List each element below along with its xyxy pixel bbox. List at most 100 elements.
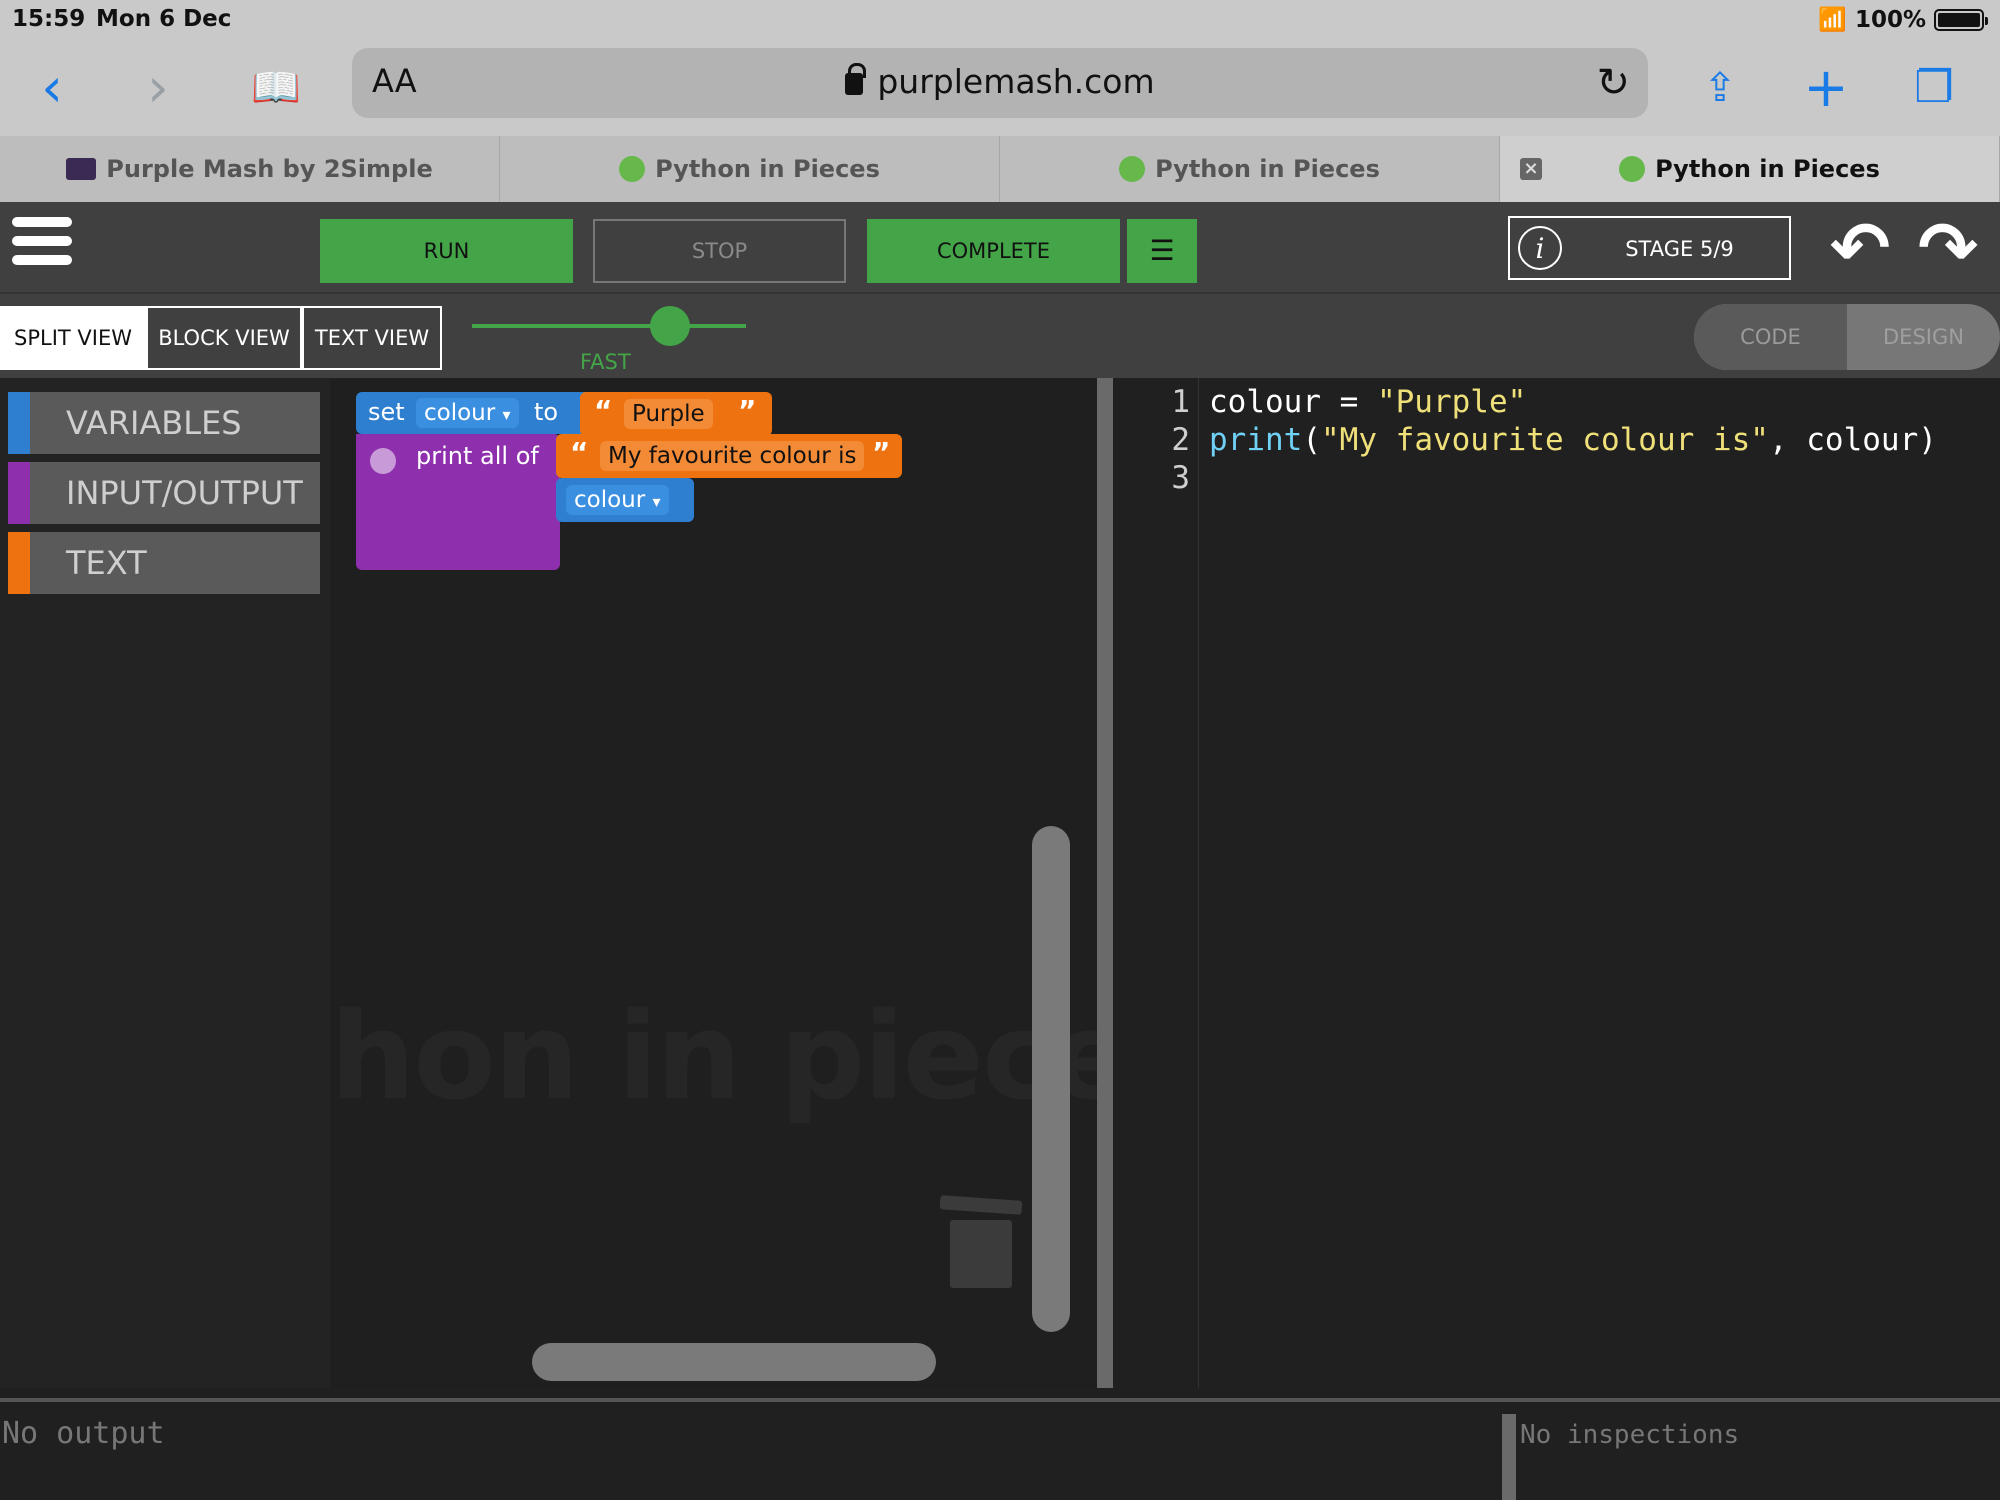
category-color bbox=[8, 532, 30, 594]
string-block-favourite[interactable]: “ My favourite colour is ” bbox=[556, 434, 902, 478]
variable-name: colour bbox=[424, 400, 496, 426]
speed-slider-knob[interactable] bbox=[650, 306, 690, 346]
tab-label: Purple Mash by 2Simple bbox=[106, 155, 433, 183]
speed-label: FAST bbox=[580, 350, 631, 374]
category-color bbox=[8, 462, 30, 524]
code-line-1[interactable]: colour = "Purple" bbox=[1209, 384, 1526, 420]
toolbox-variables[interactable]: VARIABLES bbox=[8, 392, 320, 454]
python-pieces-icon bbox=[619, 156, 646, 182]
output-text: No output bbox=[2, 1416, 165, 1451]
string-value[interactable]: My favourite colour is bbox=[600, 441, 865, 471]
stage-indicator[interactable]: i STAGE 5/9 bbox=[1508, 216, 1791, 280]
block-editor: VARIABLES INPUT/OUTPUT TEXT hon in piece… bbox=[0, 378, 1110, 1388]
print-label: print all of bbox=[416, 442, 539, 470]
stage-label: STAGE 5/9 bbox=[1625, 237, 1734, 261]
line-gutter: 1 2 3 bbox=[1113, 378, 1199, 1388]
speed-slider-track[interactable] bbox=[472, 324, 746, 328]
stop-button[interactable]: STOP bbox=[593, 219, 846, 283]
split-divider[interactable] bbox=[1097, 378, 1113, 1388]
line-number: 2 bbox=[1171, 422, 1190, 458]
address-url[interactable]: purplemash.com bbox=[352, 62, 1648, 101]
text-view-button[interactable]: TEXT VIEW bbox=[302, 306, 442, 370]
battery-percent: 100% bbox=[1854, 6, 1926, 33]
tab-purple-mash[interactable]: Purple Mash by 2Simple bbox=[0, 136, 500, 202]
code-tab[interactable]: CODE bbox=[1694, 304, 1847, 370]
variable-dropdown[interactable]: colour ▾ bbox=[566, 485, 669, 515]
category-label: VARIABLES bbox=[66, 404, 242, 442]
status-bar: 15:59 Mon 6 Dec 📶 100% bbox=[0, 0, 2000, 40]
undo-icon[interactable]: ↶ bbox=[1822, 210, 1898, 286]
line-number: 3 bbox=[1171, 460, 1190, 496]
block-toolbox: VARIABLES INPUT/OUTPUT TEXT bbox=[0, 378, 330, 1388]
complete-button[interactable]: COMPLETE bbox=[867, 219, 1120, 283]
tab-python-pieces-active[interactable]: × Python in Pieces bbox=[1500, 136, 2000, 202]
menu-icon[interactable] bbox=[12, 217, 72, 277]
category-color bbox=[8, 392, 30, 454]
code-identifier: colour bbox=[1209, 384, 1321, 420]
code-string: "Purple" bbox=[1376, 384, 1527, 420]
redo-icon[interactable]: ↷ bbox=[1910, 210, 1986, 286]
python-pieces-icon bbox=[1119, 156, 1146, 182]
trash-icon[interactable] bbox=[939, 1195, 1023, 1288]
code-function: print bbox=[1209, 422, 1303, 458]
tab-label: Python in Pieces bbox=[1155, 155, 1380, 183]
tab-label: Python in Pieces bbox=[1655, 155, 1880, 183]
back-icon[interactable]: ‹ bbox=[22, 58, 82, 118]
category-label: INPUT/OUTPUT bbox=[66, 474, 303, 512]
status-time: 15:59 bbox=[12, 6, 86, 32]
block-workspace[interactable]: hon in pieces set colour ▾ to “ Purple ”… bbox=[330, 378, 1110, 1388]
open-quote-icon: “ bbox=[594, 394, 613, 427]
code-paren: ( bbox=[1302, 422, 1321, 458]
browser-toolbar: ‹ › 📖 AA purplemash.com ↻ ⇪ + ❐ bbox=[0, 40, 2000, 136]
info-icon[interactable]: i bbox=[1518, 226, 1562, 270]
bookmarks-icon[interactable]: 📖 bbox=[246, 58, 306, 118]
python-in-pieces-watermark: hon in pieces bbox=[330, 988, 1110, 1127]
print-block[interactable]: print all of bbox=[356, 434, 560, 570]
reload-icon[interactable]: ↻ bbox=[1596, 60, 1630, 106]
forward-icon[interactable]: › bbox=[128, 58, 188, 118]
address-bar[interactable]: AA purplemash.com ↻ bbox=[352, 48, 1648, 118]
gear-icon[interactable] bbox=[370, 448, 396, 474]
view-bar: SPLIT VIEW BLOCK VIEW TEXT VIEW FAST COD… bbox=[0, 292, 2000, 378]
tabs-overview-icon[interactable]: ❐ bbox=[1904, 58, 1964, 118]
code-args: , colour) bbox=[1768, 422, 1937, 458]
code-line-2[interactable]: print("My favourite colour is", colour) bbox=[1209, 422, 1937, 458]
new-tab-icon[interactable]: + bbox=[1796, 58, 1856, 118]
variable-dropdown[interactable]: colour ▾ bbox=[416, 398, 519, 428]
workspace-vertical-scrollbar[interactable] bbox=[1032, 826, 1070, 1332]
url-text: purplemash.com bbox=[877, 62, 1155, 101]
wifi-icon: 📶 bbox=[1818, 7, 1847, 33]
inspections-text: No inspections bbox=[1520, 1420, 1740, 1450]
string-value[interactable]: Purple bbox=[624, 399, 713, 429]
status-right: 📶 100% bbox=[1818, 6, 1988, 33]
workspace-horizontal-scrollbar[interactable] bbox=[532, 1343, 936, 1381]
task-list-icon[interactable]: ☰ bbox=[1127, 219, 1197, 283]
design-tab[interactable]: DESIGN bbox=[1847, 304, 2000, 370]
close-tab-icon[interactable]: × bbox=[1520, 158, 1542, 180]
inspections-separator[interactable] bbox=[1502, 1414, 1516, 1500]
split-view-button[interactable]: SPLIT VIEW bbox=[0, 306, 146, 370]
tab-python-pieces-1[interactable]: Python in Pieces bbox=[500, 136, 1000, 202]
close-quote-icon: ” bbox=[738, 394, 757, 427]
share-icon[interactable]: ⇪ bbox=[1690, 58, 1750, 118]
variable-name: colour bbox=[574, 487, 646, 513]
tab-python-pieces-2[interactable]: Python in Pieces bbox=[1000, 136, 1500, 202]
inspections-panel: No inspections bbox=[1518, 1402, 2000, 1500]
code-design-toggle: CODE DESIGN bbox=[1694, 304, 2000, 370]
code-operator: = bbox=[1320, 384, 1377, 420]
app-top-bar: RUN STOP COMPLETE ☰ i STAGE 5/9 ↶ ↷ bbox=[0, 202, 2000, 292]
variable-block-colour[interactable]: colour ▾ bbox=[556, 478, 694, 522]
set-variable-block[interactable]: set colour ▾ to bbox=[356, 392, 590, 434]
code-editor[interactable]: 1 2 3 colour = "Purple" print("My favour… bbox=[1113, 378, 2000, 1388]
toolbox-text[interactable]: TEXT bbox=[8, 532, 320, 594]
string-block-purple[interactable]: “ Purple ” bbox=[580, 392, 772, 436]
chevron-down-icon: ▾ bbox=[502, 405, 511, 424]
block-view-button[interactable]: BLOCK VIEW bbox=[146, 306, 302, 370]
run-button[interactable]: RUN bbox=[320, 219, 573, 283]
line-number: 1 bbox=[1171, 384, 1190, 420]
toolbox-input-output[interactable]: INPUT/OUTPUT bbox=[8, 462, 320, 524]
set-word: set bbox=[368, 398, 405, 426]
open-quote-icon: “ bbox=[570, 436, 589, 469]
close-quote-icon: ” bbox=[872, 436, 891, 469]
status-date: Mon 6 Dec bbox=[96, 6, 232, 32]
